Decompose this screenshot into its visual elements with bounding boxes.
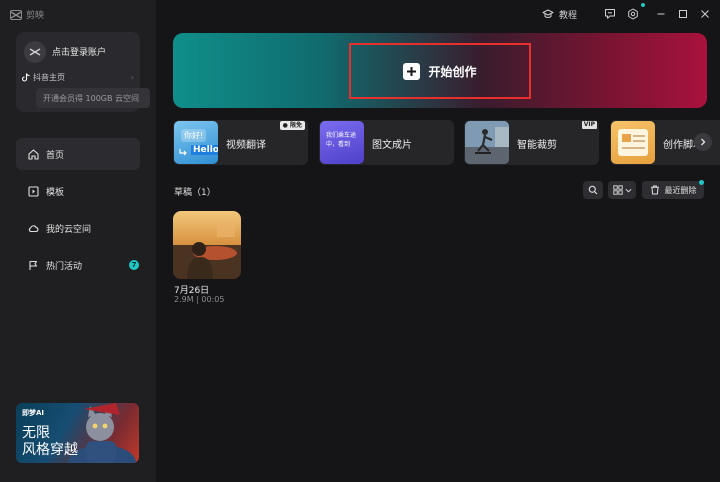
tool-thumbnail: 你好! Hello [174,121,218,164]
search-button[interactable] [583,181,603,199]
maximize-icon [679,10,687,18]
thumb-text-caption: 我们乘车途中，看到 [326,132,357,148]
tool-label: 图文成片 [372,140,412,151]
skater-photo [465,121,509,164]
free-badge: ● 限免 [279,121,305,130]
view-mode-button[interactable] [608,181,636,199]
translate-arrow-icon [179,149,187,156]
douyin-home-link[interactable]: 抖音主页 › [22,72,134,83]
tool-label: 智能裁剪 [517,140,557,151]
tools-scroll-next-button[interactable] [694,133,712,151]
vip-badge: VIP [581,121,597,129]
jimeng-promo-banner[interactable]: 即梦AI 无限 风格穿越 [16,403,139,463]
notification-badge: 7 [129,260,139,270]
start-creation-label: 开始创作 [428,64,477,79]
vip-promo-button[interactable]: 开通会员得 100GB 云空间 [36,88,150,108]
home-icon [28,148,39,160]
close-button[interactable] [699,6,711,22]
login-link[interactable]: 点击登录账户 [52,45,106,58]
minimize-button[interactable] [655,6,667,22]
tool-cards: 你好! Hello 视频翻译 ● 限免 我们乘车途中，看到 图文成片 智能裁剪 [173,120,720,165]
sidebar-item-events[interactable]: 热门活动 7 [16,249,140,281]
cloud-icon [28,224,39,232]
free-badge-label: 限免 [289,122,302,129]
thumb-text-greeting: 你好! [181,129,207,142]
plus-icon [403,62,421,80]
draft-thumbnail[interactable] [173,211,241,279]
tool-card-text-to-video[interactable]: 我们乘车途中，看到 图文成片 [319,120,454,165]
recently-deleted-notification-dot [699,180,704,185]
recently-deleted-button[interactable]: 最近删除 [642,181,704,199]
feedback-button[interactable] [604,6,616,22]
sidebar-item-cloud[interactable]: 我的云空间 [16,212,140,244]
promo-headline-2: 风格穿越 [22,442,78,458]
chevron-down-icon [625,188,631,192]
capcut-logo-icon [10,9,22,20]
close-icon [701,10,709,18]
sidebar-item-home[interactable]: 首页 [16,138,140,170]
chevron-right-icon: › [130,73,134,82]
template-icon [28,185,39,197]
sidebar-item-label: 模板 [46,187,65,198]
sidebar-item-templates[interactable]: 模板 [16,175,140,207]
tool-label: 视频翻译 [226,140,266,151]
settings-notification-dot [641,3,645,7]
minimize-icon [657,13,665,15]
grid-view-icon [612,185,623,195]
start-creation-banner: 开始创作 [173,33,707,108]
flag-icon [29,260,38,270]
sidebar-nav: 首页 模板 我的云空间 热门活动 7 [16,138,140,286]
start-creation-button[interactable]: 开始创作 [349,43,531,99]
draft-preview-image [173,211,241,279]
sidebar-item-label: 热门活动 [46,261,83,272]
capcut-logo-icon [29,48,41,56]
thumb-text-hello: Hello [191,145,218,155]
maximize-button[interactable] [677,6,689,22]
tutorial-button[interactable]: 教程 [542,6,577,22]
graduation-cap-icon [542,9,554,18]
promo-brand: 即梦AI [22,409,45,417]
sidebar-item-label: 我的云空间 [46,224,92,235]
tutorial-label: 教程 [559,10,578,21]
trash-icon [650,185,659,195]
tool-card-video-translate[interactable]: 你好! Hello 视频翻译 ● 限免 [173,120,308,165]
promo-headline-1: 无限 [22,425,50,441]
gear-icon [628,8,638,20]
tool-card-smart-crop[interactable]: 智能裁剪 VIP [464,120,599,165]
sidebar-item-label: 首页 [46,150,65,161]
chevron-right-icon [701,138,706,146]
recently-deleted-label: 最近删除 [664,185,697,195]
message-icon [605,9,615,19]
draft-meta: 2.9M | 00:05 [174,295,225,304]
avatar[interactable] [24,41,46,63]
tool-thumbnail: 我们乘车途中，看到 [320,121,364,164]
tiktok-icon [22,73,30,82]
app-name: 剪映 [26,11,45,21]
app-logo: 剪映 [10,8,44,21]
tool-thumbnail [465,121,509,164]
account-card: 点击登录账户 抖音主页 › 开通会员得 100GB 云空间 [16,32,150,112]
douyin-label: 抖音主页 [33,73,65,82]
sidebar: 剪映 点击登录账户 抖音主页 › 开通会员得 100GB 云空间 首页 模板 我… [0,0,156,482]
tool-thumbnail [611,121,655,164]
search-icon [588,185,598,195]
settings-button[interactable] [627,6,639,22]
drafts-section-title: 草稿（1） [174,188,216,198]
